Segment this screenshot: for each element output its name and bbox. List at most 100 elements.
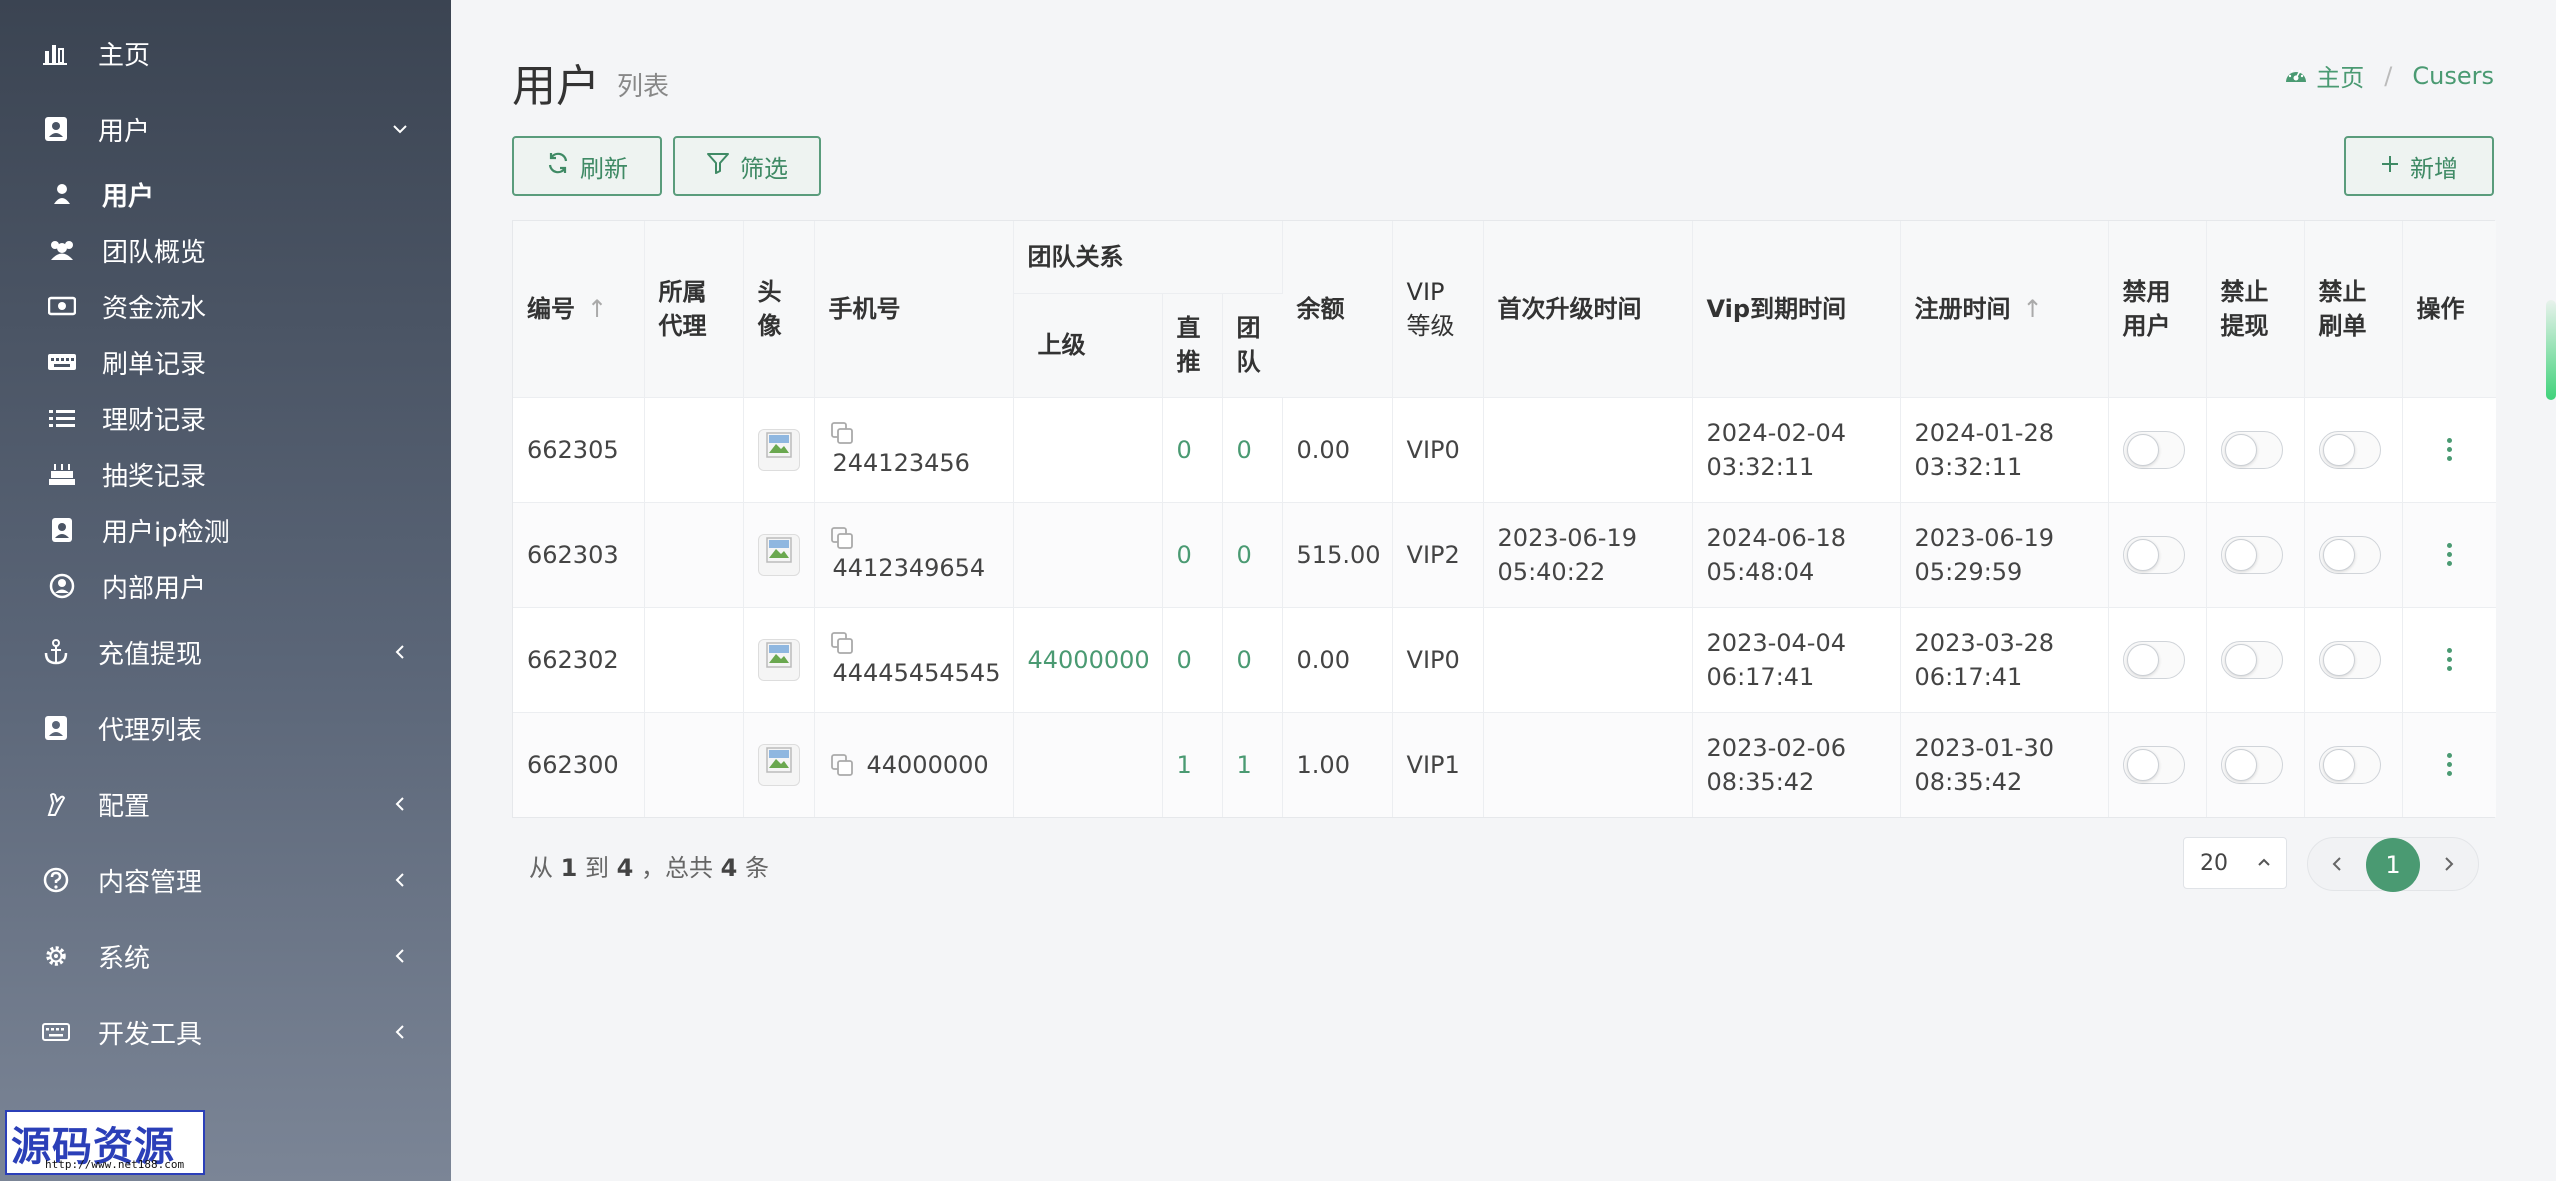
chevron-left-icon bbox=[387, 867, 413, 893]
disable-user-toggle[interactable] bbox=[2122, 745, 2185, 784]
sidebar-subitem-lottery-records[interactable]: 抽奖记录 bbox=[0, 456, 451, 492]
disable-withdraw-toggle[interactable] bbox=[2220, 535, 2283, 574]
vip-expire-date: 2023-02-06 bbox=[1706, 733, 1847, 762]
disable-withdraw-toggle[interactable] bbox=[2220, 640, 2283, 679]
filter-button[interactable]: 筛选 bbox=[673, 136, 821, 196]
copy-icon[interactable] bbox=[829, 752, 855, 778]
col-header-agent: 所属代理 bbox=[644, 221, 744, 398]
cell-agent bbox=[644, 397, 744, 503]
sidebar-subitem-team-overview[interactable]: 团队概览 bbox=[0, 232, 451, 268]
disable-user-toggle[interactable] bbox=[2122, 430, 2185, 469]
prev-page-button[interactable] bbox=[2324, 851, 2350, 877]
cell-vip-expire: 2024-02-04 03:32:11 bbox=[1692, 397, 1901, 503]
sidebar-item-label: 资金流水 bbox=[102, 293, 207, 324]
sidebar-item-dev-tools[interactable]: 开发工具 bbox=[0, 1013, 451, 1051]
more-actions-icon[interactable] bbox=[2439, 543, 2459, 566]
filter-icon bbox=[706, 151, 730, 181]
page-size-select[interactable]: 20 bbox=[2183, 837, 2287, 889]
cell-action bbox=[2402, 607, 2497, 713]
more-actions-icon[interactable] bbox=[2439, 438, 2459, 461]
copy-icon[interactable] bbox=[829, 630, 855, 656]
copy-icon[interactable] bbox=[829, 420, 855, 446]
broken-image-icon bbox=[765, 431, 793, 468]
sidebar-subitem-fund-flow[interactable]: 资金流水 bbox=[0, 288, 451, 324]
sidebar-item-label: 刷单记录 bbox=[102, 349, 207, 380]
vip-expire-time: 06:17:41 bbox=[1706, 662, 1815, 691]
sidebar-item-system[interactable]: 系统 bbox=[0, 937, 451, 975]
cell-vip-expire: 2023-02-06 08:35:42 bbox=[1692, 712, 1901, 817]
cell-team[interactable]: 0 bbox=[1222, 502, 1283, 608]
vip-expire-time: 05:48:04 bbox=[1706, 557, 1815, 586]
plus-icon bbox=[2380, 152, 2400, 180]
cell-parent[interactable]: 44000000 bbox=[1013, 607, 1163, 713]
col-header-id[interactable]: 编号 ↑ bbox=[513, 221, 645, 398]
sidebar-item-home[interactable]: 主页 bbox=[0, 34, 451, 72]
toggle-knob bbox=[2126, 433, 2159, 466]
copy-icon[interactable] bbox=[829, 525, 855, 551]
cell-action bbox=[2402, 712, 2497, 817]
page-button-current[interactable]: 1 bbox=[2366, 838, 2420, 892]
phone-value: 244123456 bbox=[832, 448, 970, 477]
avatar[interactable] bbox=[757, 428, 800, 471]
cell-avatar bbox=[743, 502, 815, 608]
keyboard-icon bbox=[38, 1014, 74, 1050]
col-header-register-time[interactable]: 注册时间 ↑ bbox=[1900, 221, 2109, 398]
sidebar-item-content-management[interactable]: 内容管理 bbox=[0, 861, 451, 899]
cell-disable-user bbox=[2108, 502, 2207, 608]
cell-direct[interactable]: 0 bbox=[1162, 607, 1223, 713]
disable-user-toggle[interactable] bbox=[2122, 640, 2185, 679]
cell-team[interactable]: 0 bbox=[1222, 397, 1283, 503]
avatar[interactable] bbox=[757, 743, 800, 786]
sidebar-item-users[interactable]: 用户 bbox=[0, 110, 451, 148]
cell-team[interactable]: 1 bbox=[1222, 712, 1283, 817]
scrollbar-thumb[interactable] bbox=[2546, 300, 2556, 400]
next-page-button[interactable] bbox=[2436, 851, 2462, 877]
col-header-direct: 直推 bbox=[1162, 293, 1223, 398]
sort-arrow-up-icon[interactable]: ↑ bbox=[2023, 295, 2043, 323]
col-header-balance: 余额 bbox=[1282, 221, 1393, 398]
user-circle-icon bbox=[44, 568, 80, 604]
add-button[interactable]: 新增 bbox=[2344, 136, 2494, 196]
more-actions-icon[interactable] bbox=[2439, 648, 2459, 671]
cell-direct[interactable]: 0 bbox=[1162, 502, 1223, 608]
disable-withdraw-toggle[interactable] bbox=[2220, 430, 2283, 469]
sidebar-subitem-user[interactable]: 用户 bbox=[0, 176, 451, 212]
toggle-knob bbox=[2224, 748, 2257, 781]
sidebar-subitem-user-ip-check[interactable]: 用户ip检测 bbox=[0, 512, 451, 548]
sidebar-subitem-internal-users[interactable]: 内部用户 bbox=[0, 568, 451, 604]
cell-register-time: 2023-06-19 05:29:59 bbox=[1900, 502, 2109, 608]
sidebar-subitem-finance-records[interactable]: 理财记录 bbox=[0, 400, 451, 436]
more-actions-icon[interactable] bbox=[2439, 753, 2459, 777]
broken-image-icon bbox=[765, 641, 793, 678]
pagination: 1 bbox=[2307, 837, 2479, 892]
chevron-down-icon bbox=[387, 116, 413, 142]
cell-direct[interactable]: 1 bbox=[1162, 712, 1223, 817]
avatar[interactable] bbox=[757, 533, 800, 576]
disable-withdraw-toggle[interactable] bbox=[2220, 745, 2283, 784]
cell-parent[interactable] bbox=[1013, 712, 1163, 817]
cell-direct[interactable]: 0 bbox=[1162, 397, 1223, 503]
disable-order-toggle[interactable] bbox=[2318, 430, 2381, 469]
cell-parent[interactable] bbox=[1013, 502, 1163, 608]
sidebar-item-agent-list[interactable]: 代理列表 bbox=[0, 709, 451, 747]
sidebar-item-config[interactable]: 配置 bbox=[0, 785, 451, 823]
sort-arrow-up-icon[interactable]: ↑ bbox=[587, 295, 607, 323]
cell-team[interactable]: 0 bbox=[1222, 607, 1283, 713]
toggle-knob bbox=[2224, 433, 2257, 466]
disable-order-toggle[interactable] bbox=[2318, 745, 2381, 784]
sidebar-item-label: 系统 bbox=[98, 943, 151, 974]
cell-balance: 0.00 bbox=[1282, 607, 1393, 713]
sidebar-item-label: 内部用户 bbox=[102, 573, 207, 604]
cell-vip-expire: 2024-06-18 05:48:04 bbox=[1692, 502, 1901, 608]
question-icon bbox=[38, 862, 74, 898]
avatar[interactable] bbox=[757, 638, 800, 681]
sidebar-subitem-order-records[interactable]: 刷单记录 bbox=[0, 344, 451, 380]
refresh-button[interactable]: 刷新 bbox=[512, 136, 662, 196]
disable-user-toggle[interactable] bbox=[2122, 535, 2185, 574]
col-header-avatar: 头像 bbox=[743, 221, 815, 398]
disable-order-toggle[interactable] bbox=[2318, 535, 2381, 574]
disable-order-toggle[interactable] bbox=[2318, 640, 2381, 679]
sidebar-item-recharge-withdraw[interactable]: 充值提现 bbox=[0, 633, 451, 671]
cell-parent[interactable] bbox=[1013, 397, 1163, 503]
breadcrumb-home[interactable]: 主页 bbox=[2284, 58, 2364, 93]
